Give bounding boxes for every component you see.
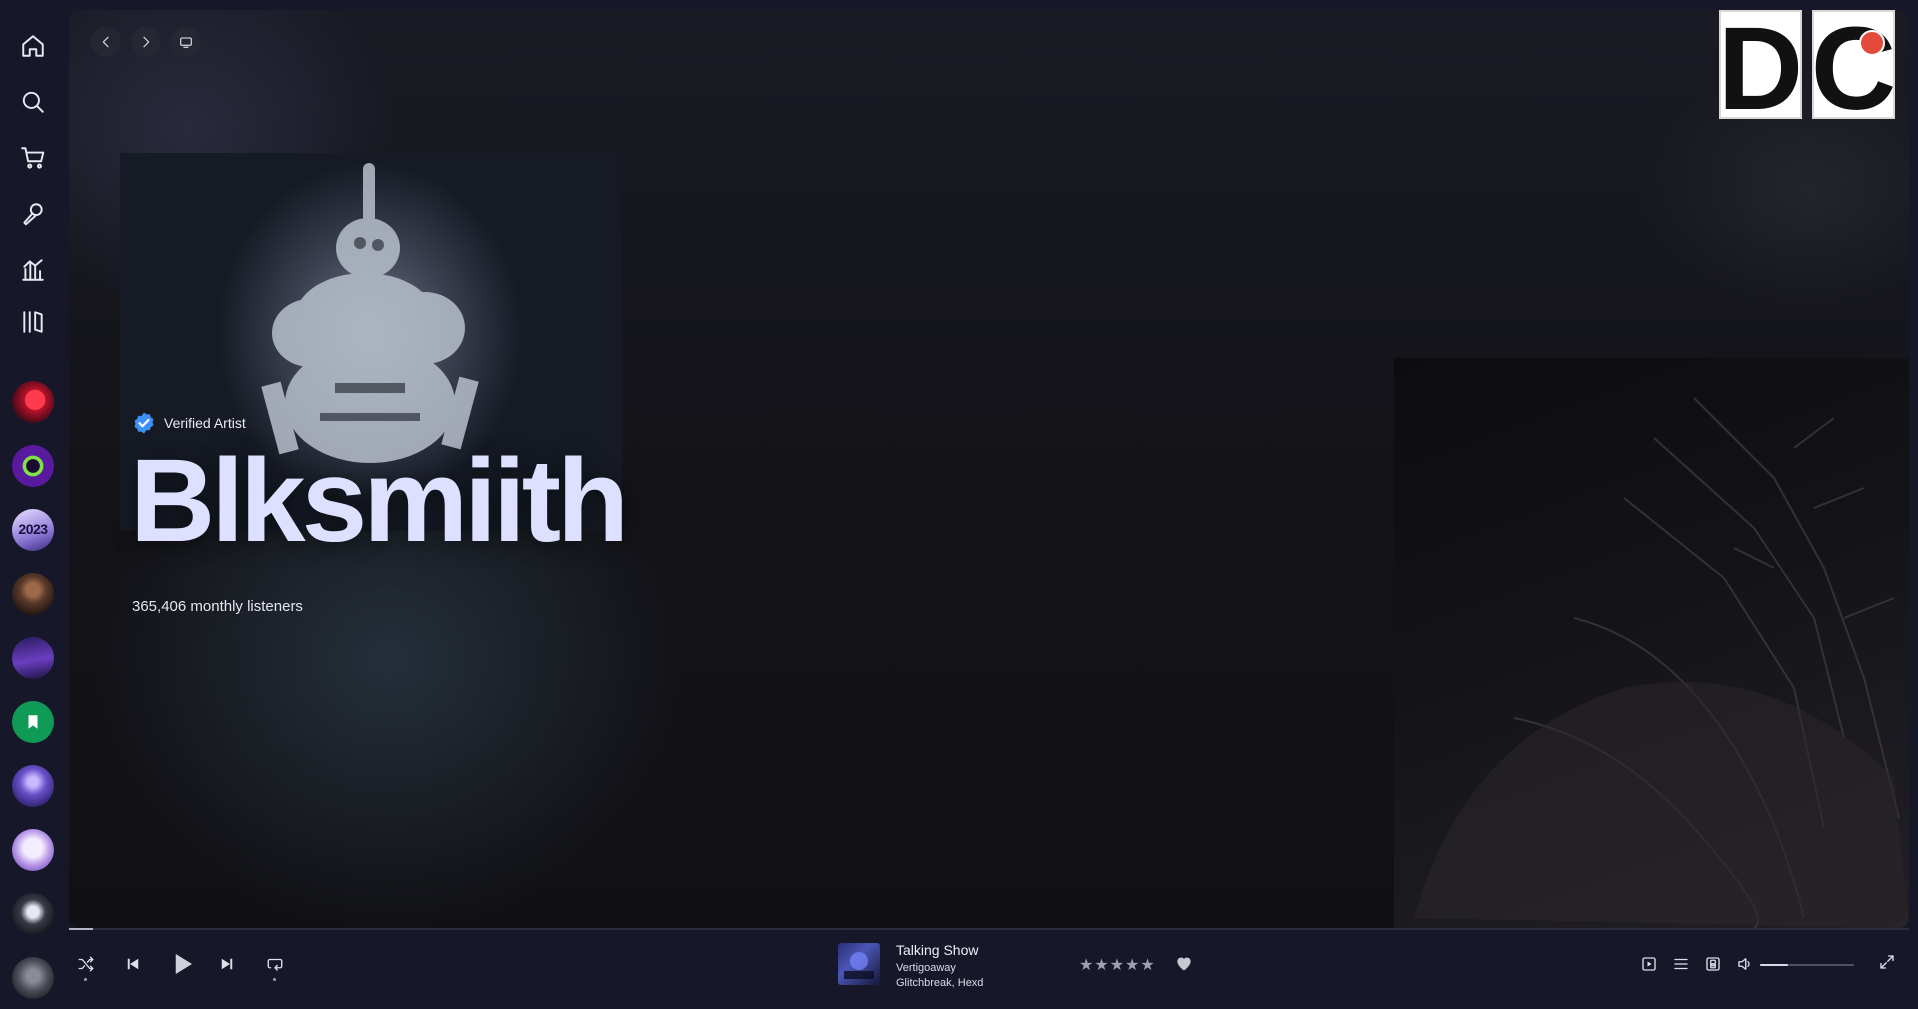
search-icon[interactable] — [17, 86, 49, 118]
play-square-icon — [1642, 957, 1656, 971]
microphone-icon[interactable] — [17, 198, 49, 230]
playlist-2023-label: 2023 — [18, 521, 48, 537]
chevron-right-icon — [143, 36, 150, 48]
cart-icon[interactable] — [17, 142, 49, 174]
user-avatar[interactable] — [1859, 30, 1885, 56]
expand-icon — [1880, 955, 1894, 969]
repeat-state-dot — [273, 978, 276, 981]
profile-letter-d: D — [1719, 10, 1802, 119]
repeat-button[interactable] — [262, 951, 288, 977]
playlist-hooded-figure[interactable] — [12, 765, 54, 807]
miniplayer-button[interactable] — [171, 27, 201, 57]
profile-card-d[interactable]: D — [1719, 10, 1802, 119]
playlist-purple-ring[interactable] — [12, 445, 54, 487]
now-playing-cover-art — [844, 952, 874, 979]
now-playing-cover[interactable] — [838, 943, 880, 985]
rating-star-icon[interactable]: ★ — [1125, 955, 1139, 975]
profile-letter-c: C — [1812, 10, 1895, 119]
header-background-artwork-right — [1394, 358, 1909, 928]
profile-card-c[interactable]: C — [1812, 10, 1895, 119]
skip-forward-icon — [221, 958, 233, 970]
library-icon[interactable] — [17, 306, 49, 338]
volume-slider-fill — [1760, 964, 1789, 966]
rating-star-icon[interactable]: ★ — [1140, 955, 1154, 975]
play-button[interactable] — [163, 945, 201, 983]
chevron-left-icon — [102, 36, 109, 48]
playlist-red[interactable] — [12, 381, 54, 423]
fullscreen-button[interactable] — [1875, 950, 1899, 974]
bookmark-icon — [28, 715, 38, 729]
history-navigation — [91, 27, 201, 57]
shuffle-state-dot — [84, 978, 87, 981]
verified-badge-icon — [134, 412, 154, 434]
previous-button[interactable] — [120, 951, 146, 977]
playlist-anime[interactable] — [12, 829, 54, 871]
sidebar: 2023 — [0, 0, 66, 1009]
playlist-saved-bookmark[interactable] — [12, 701, 54, 743]
shuffle-button[interactable] — [73, 951, 99, 977]
thorn-illustration — [1414, 397, 1909, 928]
verified-artist: Verified Artist — [132, 411, 246, 435]
device-icon — [1706, 957, 1720, 971]
queue-button[interactable] — [1669, 952, 1693, 976]
stats-icon[interactable] — [17, 254, 49, 286]
rating-star-icon[interactable]: ★ — [1079, 955, 1093, 975]
now-playing-title[interactable]: Talking Show — [896, 942, 979, 958]
shuffle-icon — [78, 956, 94, 972]
playlist-purple-scene[interactable] — [12, 637, 54, 679]
home-icon[interactable] — [17, 30, 49, 62]
forward-button[interactable] — [131, 27, 161, 57]
volume-slider[interactable] — [1760, 964, 1854, 966]
playlist-dark-figure[interactable] — [12, 893, 54, 935]
play-icon — [175, 954, 192, 974]
playback-progress-fill — [69, 928, 93, 930]
rating-star-icon[interactable]: ★ — [1094, 955, 1108, 975]
screen-icon — [180, 37, 192, 48]
volume-icon — [1738, 958, 1750, 970]
monthly-listeners: 365,406 monthly listeners — [132, 598, 303, 615]
playback-progress-bar[interactable] — [69, 928, 1909, 930]
connect-device-button[interactable] — [1701, 952, 1725, 976]
now-playing-artists[interactable]: Glitchbreak, Hexd — [896, 977, 983, 989]
back-button[interactable] — [91, 27, 121, 57]
repeat-icon — [267, 958, 283, 971]
artist-name: Blksmiith — [130, 435, 629, 567]
verified-label: Verified Artist — [164, 415, 246, 431]
queue-icon — [1674, 958, 1688, 970]
profile-area: D C — [1719, 10, 1895, 119]
artist-page: D C Verified Artist Blksmiith 365,406 mo… — [69, 10, 1909, 928]
track-rating[interactable]: ★ ★ ★ ★ ★ — [1079, 955, 1155, 975]
next-button[interactable] — [214, 951, 240, 977]
rating-star-icon[interactable]: ★ — [1110, 955, 1124, 975]
now-playing-view-button[interactable] — [1637, 952, 1661, 976]
playlist-2023[interactable]: 2023 — [12, 509, 54, 551]
playlist-grey[interactable] — [12, 957, 54, 999]
like-heart-icon[interactable] — [1174, 953, 1194, 973]
now-playing-album[interactable]: Vertigoaway — [896, 962, 956, 974]
playlist-warrior[interactable] — [12, 573, 54, 615]
player-bar: Talking Show Vertigoaway Glitchbreak, He… — [69, 928, 1909, 1001]
skip-back-icon — [127, 958, 139, 970]
volume-button[interactable] — [1733, 952, 1757, 976]
